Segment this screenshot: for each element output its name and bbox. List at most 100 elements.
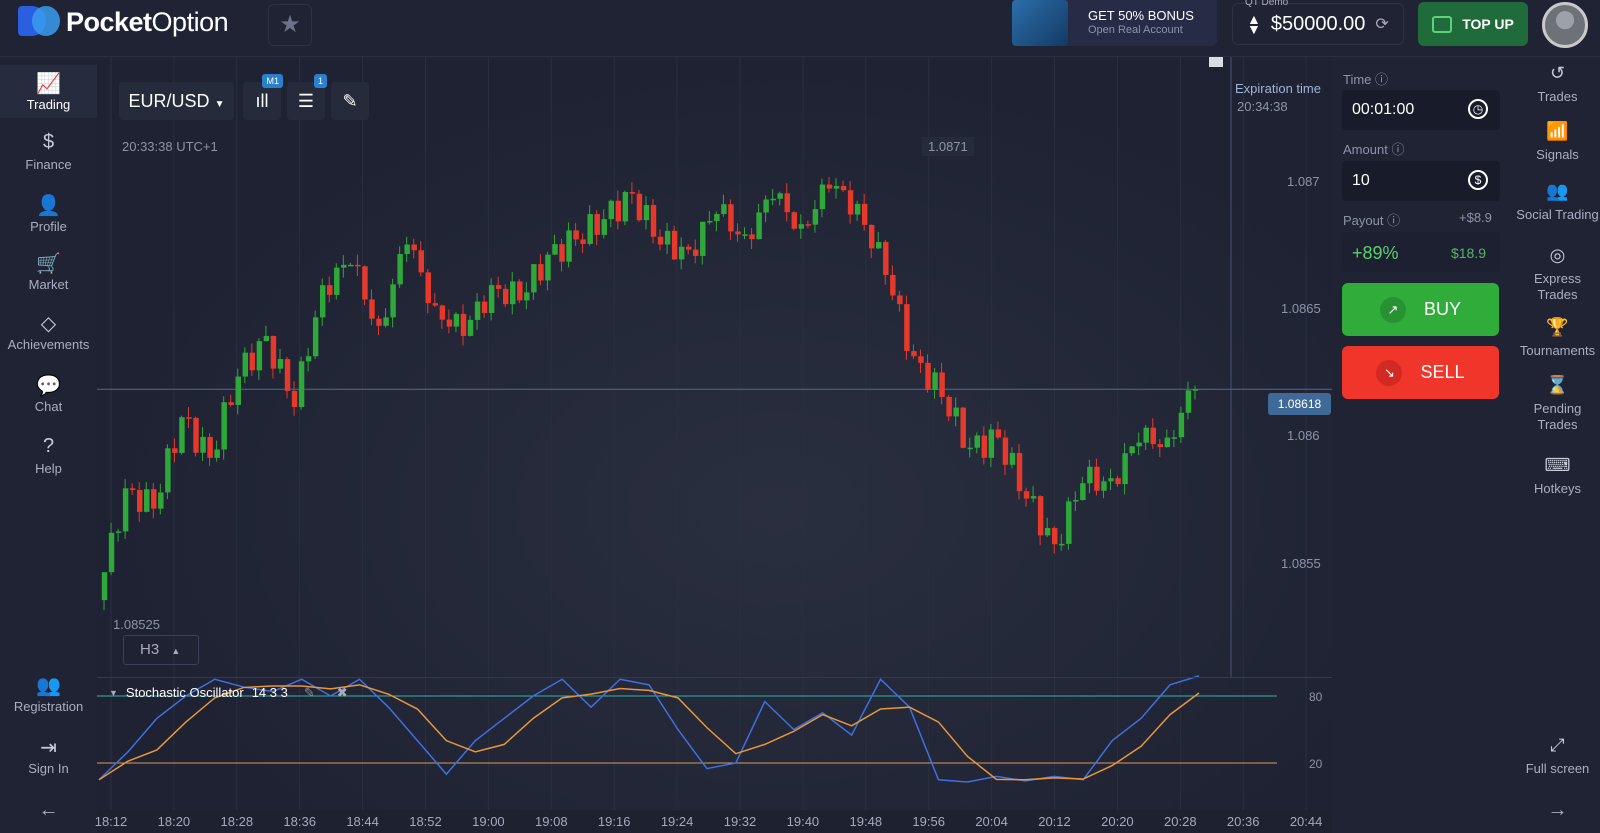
sidebar-item-registration[interactable]: 👥 Registration xyxy=(0,667,97,720)
time-tick: 19:56 xyxy=(912,814,945,829)
candle xyxy=(925,362,931,390)
expand-arrow-icon[interactable]: → xyxy=(1510,800,1600,820)
time-tick: 20:12 xyxy=(1038,814,1071,829)
sidebar-item-label: Pending Trades xyxy=(1533,401,1582,432)
sidebar-item-social-trading[interactable]: 👥 Social Trading xyxy=(1510,182,1600,223)
candle xyxy=(629,192,636,194)
candle xyxy=(165,448,171,493)
candle xyxy=(707,221,713,223)
candle xyxy=(594,214,600,235)
sidebar-item-label: Signals xyxy=(1536,147,1579,162)
candle xyxy=(932,372,938,390)
account-selector[interactable]: QT Demo ▲ ▼ $50000.00 ⟳ xyxy=(1232,0,1404,45)
sidebar-item-hotkeys[interactable]: ⌨ Hotkeys xyxy=(1510,456,1600,497)
caret-down-icon: ▼ xyxy=(214,99,225,110)
bonus-image xyxy=(1012,0,1068,46)
sign-in-icon: ⇥ xyxy=(40,737,57,759)
asset-selector[interactable]: EUR/USD ▼ xyxy=(119,82,234,120)
arrow-down-right-icon: ↘ xyxy=(1376,359,1403,386)
sidebar-item-chat[interactable]: 💬 Chat xyxy=(0,367,97,420)
refresh-icon[interactable]: ⟳ xyxy=(1375,14,1388,34)
buy-label: BUY xyxy=(1423,299,1461,319)
user-icon: 👤 xyxy=(36,195,61,217)
avatar[interactable] xyxy=(1542,2,1588,48)
candle xyxy=(235,376,241,405)
chart-type-button[interactable]: ıll M1 xyxy=(243,74,283,120)
indicator-header: ▼ Stochastic Oscillator 14 3 3 ✎ ✖ xyxy=(109,685,348,701)
sidebar-item-trades[interactable]: ↺ Trades xyxy=(1510,64,1600,105)
current-price-tag: 1.08618 xyxy=(1268,393,1331,415)
candle xyxy=(1030,496,1037,499)
candle xyxy=(256,341,263,371)
logo[interactable]: PocketOption xyxy=(18,6,229,38)
collapse-sidebar-icon[interactable]: ← xyxy=(0,799,97,822)
time-tick: 19:40 xyxy=(786,814,820,829)
chart-area[interactable]: EUR/USD ▼ ıll M1 ☰ 1 ✎ 20:33:38 UTC+1 Expi… xyxy=(97,57,1332,810)
candle xyxy=(108,532,115,573)
sidebar-item-pending-trades[interactable]: ⌛ Pending Trades xyxy=(1510,376,1600,433)
candle xyxy=(1066,501,1072,544)
payout-total: $18.9 xyxy=(1450,245,1486,261)
candle xyxy=(390,284,396,318)
sidebar-item-trading[interactable]: 📈 Trading xyxy=(0,65,97,118)
logo-text-bold: Pocket xyxy=(66,6,152,37)
candle xyxy=(129,488,136,491)
candle xyxy=(868,224,875,249)
candle xyxy=(446,319,453,327)
candle xyxy=(657,236,664,245)
help-icon[interactable]: ⓘ xyxy=(1391,142,1404,157)
sidebar-item-help[interactable]: ? Help xyxy=(0,429,97,482)
sell-button[interactable]: ↘ SELL xyxy=(1342,346,1499,399)
bonus-banner[interactable]: GET 50% BONUS Open Real Account xyxy=(1012,0,1217,46)
sidebar-item-sign-in[interactable]: ⇥ Sign In xyxy=(0,729,97,782)
candle xyxy=(151,489,157,509)
candle xyxy=(573,230,579,240)
candle xyxy=(1002,437,1009,465)
candle xyxy=(397,254,403,285)
sidebar-item-profile[interactable]: 👤 Profile xyxy=(0,187,97,240)
candle xyxy=(798,224,805,229)
amount-input[interactable]: 10 $ xyxy=(1342,161,1500,201)
candle xyxy=(784,193,790,213)
candle xyxy=(481,301,488,313)
sidebar-item-market[interactable]: 🛒 Market xyxy=(0,245,97,298)
dollar-circle-icon[interactable]: $ xyxy=(1468,170,1488,190)
candle xyxy=(615,200,622,222)
wallet-icon xyxy=(1432,15,1453,33)
indicators-button[interactable]: ☰ 1 xyxy=(287,74,327,120)
remove-indicator-icon[interactable]: ✖ xyxy=(337,685,348,701)
sidebar-item-label: Profile xyxy=(30,219,67,234)
time-tick: 19:48 xyxy=(849,814,883,829)
drawing-tools-button[interactable]: ✎ xyxy=(331,82,369,120)
chart-line-icon: 📈 xyxy=(36,73,61,95)
candle xyxy=(1171,437,1178,439)
sidebar-item-tournaments[interactable]: 🏆 Tournaments xyxy=(1510,318,1600,359)
time-input[interactable]: 00:01:00 ◷ xyxy=(1342,90,1500,130)
sidebar-item-express-trades[interactable]: ◎ Express Trades xyxy=(1510,246,1600,303)
sidebar-item-achievements[interactable]: ◇ Achievements xyxy=(0,305,97,358)
time-tick: 20:44 xyxy=(1289,814,1323,829)
help-icon[interactable]: ⓘ xyxy=(1387,213,1400,228)
sidebar-item-full-screen[interactable]: ⤢ Full screen xyxy=(1510,736,1600,777)
buy-button[interactable]: ↗ BUY xyxy=(1342,283,1499,336)
candle xyxy=(158,492,164,509)
time-tick: 18:52 xyxy=(409,814,442,829)
zoom-selector[interactable]: H3 ▲ xyxy=(123,635,199,665)
candle xyxy=(334,267,340,295)
time-tick: 18:28 xyxy=(220,814,254,829)
candle xyxy=(981,435,988,458)
candle xyxy=(432,303,439,306)
sidebar-item-finance[interactable]: $ Finance xyxy=(0,125,97,178)
help-icon[interactable]: ⓘ xyxy=(1375,72,1388,87)
clock-icon[interactable]: ◷ xyxy=(1468,99,1488,119)
edit-indicator-icon[interactable]: ✎ xyxy=(304,685,315,701)
sidebar-item-signals[interactable]: 📶 Signals xyxy=(1510,122,1600,163)
sliders-icon: ☰ xyxy=(297,91,315,111)
time-tick: 19:16 xyxy=(597,814,631,829)
candle xyxy=(411,244,417,251)
favorites-star-button[interactable]: ★ xyxy=(268,4,312,46)
candle xyxy=(1108,478,1114,482)
collapse-icon[interactable]: ▼ xyxy=(109,685,118,701)
top-up-button[interactable]: TOP UP xyxy=(1418,2,1528,46)
candle xyxy=(1157,444,1164,448)
